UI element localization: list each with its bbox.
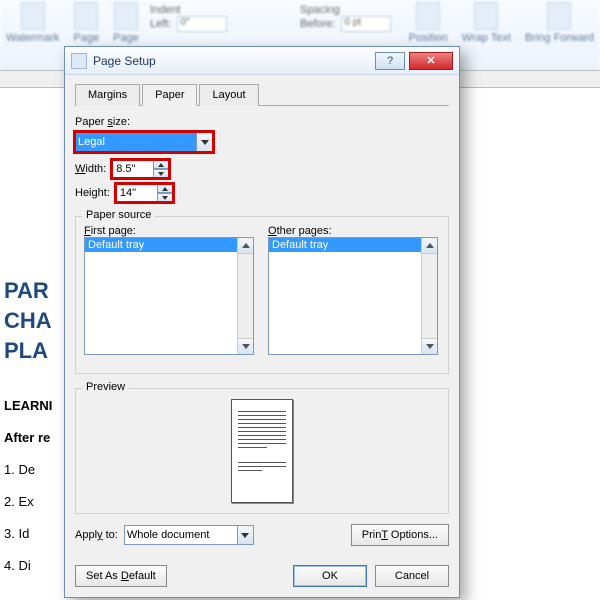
list-item[interactable]: Default tray [269,238,437,252]
width-input[interactable] [112,160,169,178]
list-item[interactable]: Default tray [85,238,253,252]
other-pages-label: Other pages: [268,225,438,237]
spin-down-icon[interactable] [154,169,169,178]
print-options-button[interactable]: PrinT Options... [351,524,449,546]
tab-layout[interactable]: Layout [199,84,258,106]
set-as-default-button[interactable]: Set As Default [75,565,167,587]
scrollbar[interactable] [237,238,253,354]
help-button[interactable]: ? [375,52,405,70]
chevron-down-icon[interactable] [237,526,253,544]
tab-margins[interactable]: Margins [75,84,140,106]
doc-li4: 4. Di [4,558,31,573]
spin-down-icon[interactable] [158,193,173,202]
doc-chap: CHA [4,308,52,334]
paper-size-label: Paper size: [75,116,449,128]
preview-label: Preview [82,381,129,393]
doc-part: PAR [4,278,49,304]
preview-page [231,399,293,503]
spacing-group: Spacing Before:0 pt [300,4,391,32]
dialog-title: Page Setup [93,54,371,68]
paper-size-combo[interactable]: Legal [75,132,213,152]
doc-plan: PLA [4,338,48,364]
ribbon-wrap-text[interactable]: Wrap Text [462,2,511,44]
apply-to-combo[interactable]: Whole document [124,525,254,545]
tab-strip: Margins Paper Layout [75,83,449,106]
scrollbar[interactable] [421,238,437,354]
spin-up-icon[interactable] [158,184,173,193]
apply-to-label: Apply to: [75,529,118,541]
doc-li1: 1. De [4,462,35,477]
width-label: Width: [75,163,106,175]
height-input[interactable] [116,184,173,202]
height-label: Height: [75,187,110,199]
ribbon-bring-forward[interactable]: Bring Forward [525,2,594,44]
titlebar[interactable]: Page Setup ? ✕ [65,47,459,75]
spacing-before-input[interactable]: 0 pt [341,16,391,32]
cancel-button[interactable]: Cancel [375,565,449,587]
indent-left-input[interactable]: 0" [177,16,227,32]
doc-li3: 3. Id [4,526,29,541]
spin-up-icon[interactable] [154,160,169,169]
chevron-down-icon[interactable] [196,133,212,151]
doc-after: After re [4,430,50,445]
doc-li2: 2. Ex [4,494,34,509]
ok-button[interactable]: OK [293,565,367,587]
other-pages-listbox[interactable]: Default tray [268,237,438,355]
tab-paper[interactable]: Paper [142,84,197,106]
close-button[interactable]: ✕ [409,52,453,70]
doc-learning: LEARNI [4,398,52,413]
ribbon-page2[interactable]: Page [113,2,139,44]
paper-source-label: Paper source [82,209,155,221]
indent-group: Indent Left:0" [150,4,227,32]
ribbon-position[interactable]: Position [409,2,448,44]
first-page-label: First page: [84,225,254,237]
ribbon-page1[interactable]: Page [73,2,99,44]
page-setup-dialog: Page Setup ? ✕ Margins Paper Layout Pape… [64,46,460,598]
ribbon-watermark[interactable]: Watermark [6,2,59,44]
dialog-icon [71,53,87,69]
first-page-listbox[interactable]: Default tray [84,237,254,355]
